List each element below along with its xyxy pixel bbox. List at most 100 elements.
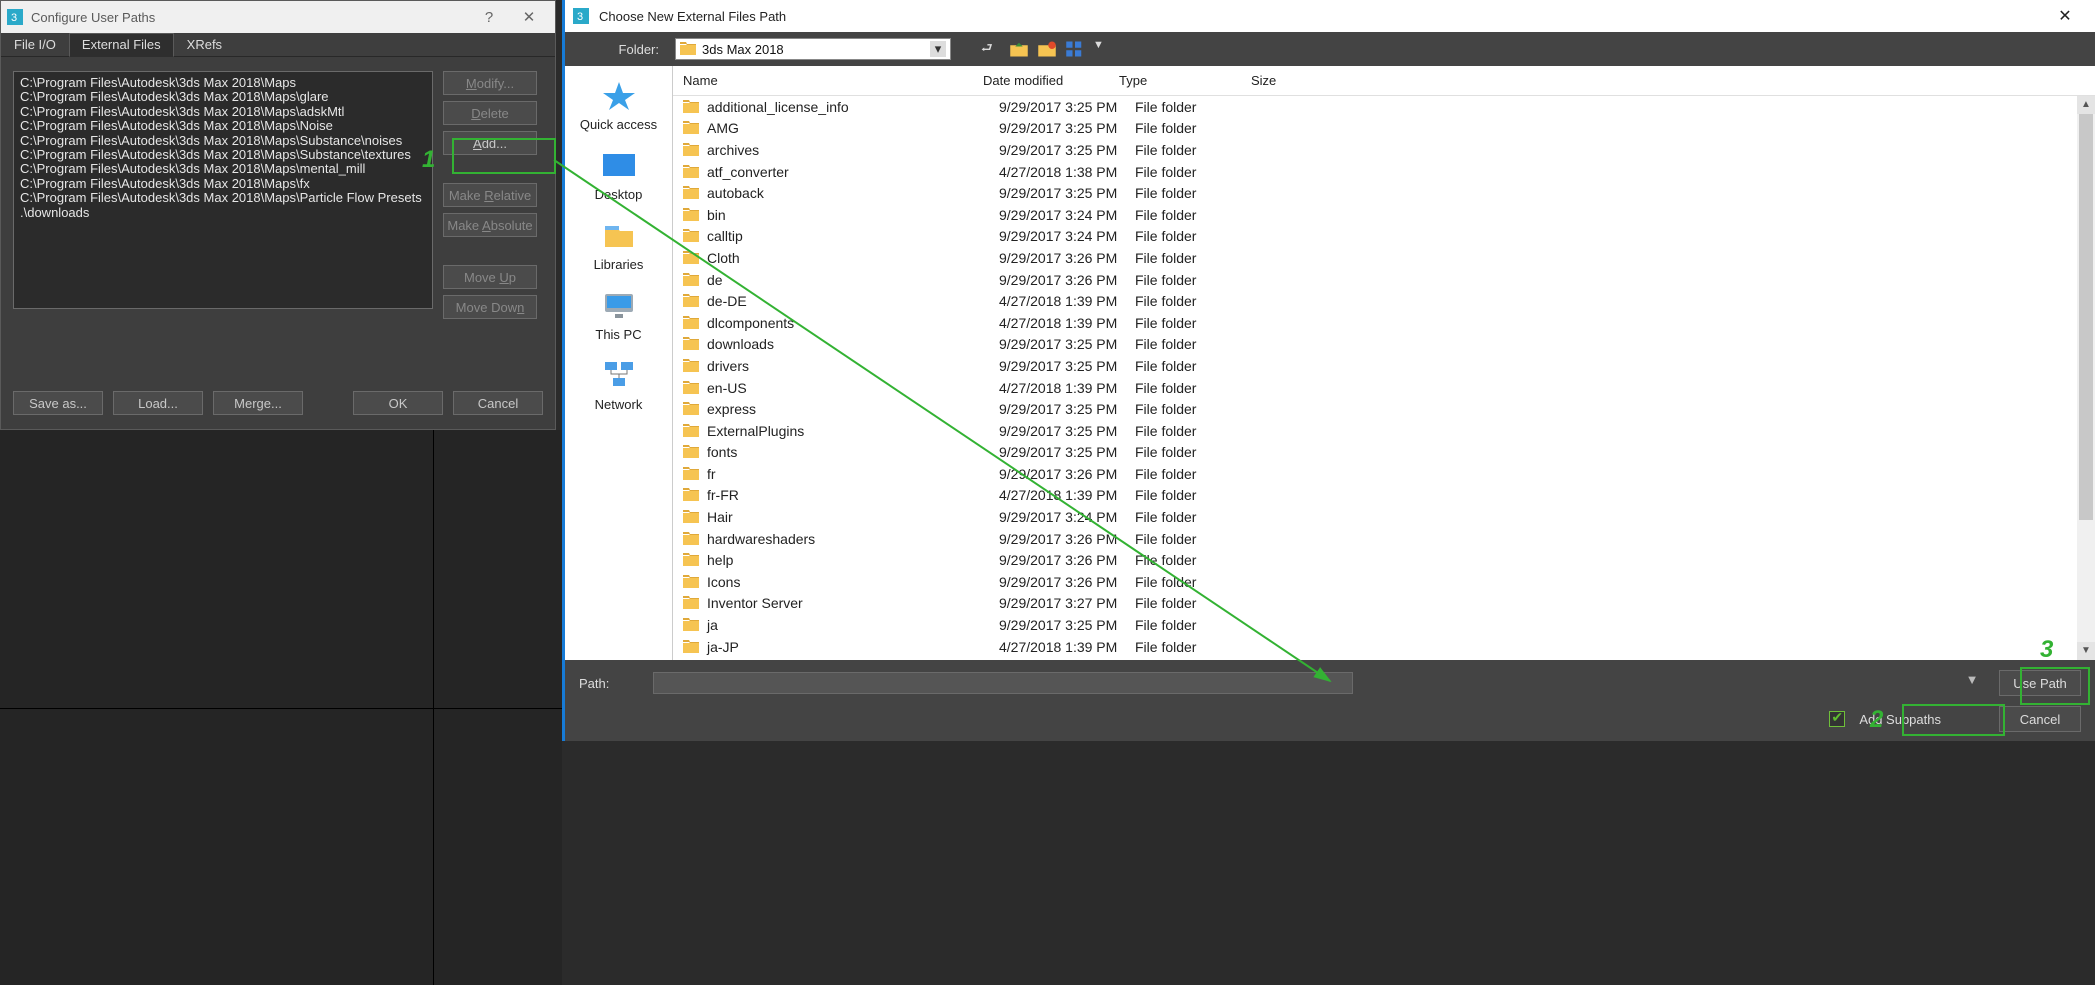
place-libraries[interactable]: Libraries <box>574 220 664 272</box>
table-row[interactable]: calltip9/29/2017 3:24 PMFile folder <box>673 226 2095 248</box>
cell-date: 9/29/2017 3:25 PM <box>999 185 1135 201</box>
table-row[interactable]: help9/29/2017 3:26 PMFile folder <box>673 549 2095 571</box>
tab-bar: File I/O External Files XRefs <box>1 33 555 57</box>
table-row[interactable]: ExternalPlugins9/29/2017 3:25 PMFile fol… <box>673 420 2095 442</box>
table-row[interactable]: additional_license_info9/29/2017 3:25 PM… <box>673 96 2095 118</box>
save-as-button[interactable]: Save as... <box>13 391 103 415</box>
table-row[interactable]: AMG9/29/2017 3:25 PMFile folder <box>673 118 2095 140</box>
cell-name: calltip <box>707 228 999 244</box>
path-entry[interactable]: C:\Program Files\Autodesk\3ds Max 2018\M… <box>20 105 426 119</box>
cancel-button[interactable]: Cancel <box>453 391 543 415</box>
scroll-thumb[interactable] <box>2079 114 2093 520</box>
folder-icon <box>683 532 699 546</box>
close-icon[interactable]: ✕ <box>2043 6 2087 26</box>
tab-xrefs[interactable]: XRefs <box>174 33 235 56</box>
tab-external-files[interactable]: External Files <box>69 33 174 57</box>
column-headers[interactable]: Name Date modified Type Size <box>673 66 2095 96</box>
title-bar[interactable]: 3 Choose New External Files Path ✕ <box>565 0 2095 32</box>
path-list[interactable]: C:\Program Files\Autodesk\3ds Max 2018\M… <box>13 71 433 309</box>
move-up-button[interactable]: Move Up <box>443 265 537 289</box>
table-row[interactable]: Inventor Server9/29/2017 3:27 PMFile fol… <box>673 593 2095 615</box>
delete-button[interactable]: Delete <box>443 101 537 125</box>
move-down-button[interactable]: Move Down <box>443 295 537 319</box>
cell-date: 4/27/2018 1:38 PM <box>999 164 1135 180</box>
place-quick-access[interactable]: Quick access <box>574 80 664 132</box>
path-dropdown-icon[interactable]: ▼ <box>1963 672 1981 694</box>
cancel-button[interactable]: Cancel <box>1999 706 2081 732</box>
file-rows[interactable]: ▲ ▼ additional_license_info9/29/2017 3:2… <box>673 96 2095 660</box>
cell-date: 9/29/2017 3:25 PM <box>999 336 1135 352</box>
close-icon[interactable]: ✕ <box>509 8 549 26</box>
place-network[interactable]: Network <box>574 360 664 412</box>
add-subpaths-checkbox[interactable] <box>1829 711 1845 727</box>
path-entry[interactable]: C:\Program Files\Autodesk\3ds Max 2018\M… <box>20 148 426 162</box>
place-this-pc[interactable]: This PC <box>574 290 664 342</box>
table-row[interactable]: ja-JP4/27/2018 1:39 PMFile folder <box>673 636 2095 658</box>
col-name[interactable]: Name <box>683 73 983 88</box>
scrollbar[interactable]: ▲ ▼ <box>2077 96 2095 660</box>
path-entry[interactable]: .\downloads <box>20 206 426 220</box>
title-bar[interactable]: 3 Configure User Paths ? ✕ <box>1 1 555 33</box>
chevron-down-icon[interactable]: ▼ <box>1093 39 1113 59</box>
table-row[interactable]: autoback9/29/2017 3:25 PMFile folder <box>673 182 2095 204</box>
table-row[interactable]: archives9/29/2017 3:25 PMFile folder <box>673 139 2095 161</box>
table-row[interactable]: de9/29/2017 3:26 PMFile folder <box>673 269 2095 291</box>
scroll-down-icon[interactable]: ▼ <box>2077 642 2095 660</box>
make-relative-button[interactable]: Make Relative <box>443 183 537 207</box>
col-size[interactable]: Size <box>1251 73 2095 88</box>
cell-date: 9/29/2017 3:25 PM <box>999 444 1135 460</box>
ok-button[interactable]: OK <box>353 391 443 415</box>
table-row[interactable]: atf_converter4/27/2018 1:38 PMFile folde… <box>673 161 2095 183</box>
folder-icon <box>683 424 699 438</box>
chevron-down-icon[interactable]: ▾ <box>930 41 946 57</box>
add-button[interactable]: Add... <box>443 131 537 155</box>
table-row[interactable]: fr-FR4/27/2018 1:39 PMFile folder <box>673 485 2095 507</box>
folder-icon <box>683 596 699 610</box>
table-row[interactable]: fr9/29/2017 3:26 PMFile folder <box>673 463 2095 485</box>
table-row[interactable]: Cloth9/29/2017 3:26 PMFile folder <box>673 247 2095 269</box>
cell-date: 9/29/2017 3:25 PM <box>999 358 1135 374</box>
table-row[interactable]: en-US4/27/2018 1:39 PMFile folder <box>673 377 2095 399</box>
table-row[interactable]: Hair9/29/2017 3:24 PMFile folder <box>673 506 2095 528</box>
scroll-up-icon[interactable]: ▲ <box>2077 96 2095 114</box>
new-folder-icon[interactable] <box>1037 39 1057 59</box>
table-row[interactable]: hardwareshaders9/29/2017 3:26 PMFile fol… <box>673 528 2095 550</box>
merge-button[interactable]: Merge... <box>213 391 303 415</box>
table-row[interactable]: Icons9/29/2017 3:26 PMFile folder <box>673 571 2095 593</box>
load-button[interactable]: Load... <box>113 391 203 415</box>
make-absolute-button[interactable]: Make Absolute <box>443 213 537 237</box>
back-icon[interactable]: ⮐ <box>981 39 1001 59</box>
table-row[interactable]: ja9/29/2017 3:25 PMFile folder <box>673 614 2095 636</box>
modify-button[interactable]: Modify... <box>443 71 537 95</box>
path-entry[interactable]: C:\Program Files\Autodesk\3ds Max 2018\M… <box>20 90 426 104</box>
path-input[interactable] <box>653 672 1353 694</box>
table-row[interactable]: fonts9/29/2017 3:25 PMFile folder <box>673 442 2095 464</box>
col-date[interactable]: Date modified <box>983 73 1119 88</box>
table-row[interactable]: express9/29/2017 3:25 PMFile folder <box>673 398 2095 420</box>
view-menu-icon[interactable] <box>1065 39 1085 59</box>
folder-combo[interactable]: 3ds Max 2018 ▾ <box>675 38 951 60</box>
path-entry[interactable]: C:\Program Files\Autodesk\3ds Max 2018\M… <box>20 191 426 205</box>
path-entry[interactable]: C:\Program Files\Autodesk\3ds Max 2018\M… <box>20 76 426 90</box>
cell-date: 9/29/2017 3:26 PM <box>999 531 1135 547</box>
path-entry[interactable]: C:\Program Files\Autodesk\3ds Max 2018\M… <box>20 177 426 191</box>
place-desktop[interactable]: Desktop <box>574 150 664 202</box>
cell-type: File folder <box>1135 380 1267 396</box>
use-path-button[interactable]: Use Path <box>1999 670 2081 696</box>
tab-file-io[interactable]: File I/O <box>1 33 69 56</box>
table-row[interactable]: bin9/29/2017 3:24 PMFile folder <box>673 204 2095 226</box>
help-button[interactable]: ? <box>469 9 509 26</box>
folder-icon <box>683 273 699 287</box>
path-entry[interactable]: C:\Program Files\Autodesk\3ds Max 2018\M… <box>20 162 426 176</box>
cell-type: File folder <box>1135 466 1267 482</box>
path-entry[interactable]: C:\Program Files\Autodesk\3ds Max 2018\M… <box>20 134 426 148</box>
table-row[interactable]: drivers9/29/2017 3:25 PMFile folder <box>673 355 2095 377</box>
up-folder-icon[interactable] <box>1009 39 1029 59</box>
table-row[interactable]: dlcomponents4/27/2018 1:39 PMFile folder <box>673 312 2095 334</box>
col-type[interactable]: Type <box>1119 73 1251 88</box>
cell-date: 9/29/2017 3:26 PM <box>999 466 1135 482</box>
table-row[interactable]: downloads9/29/2017 3:25 PMFile folder <box>673 334 2095 356</box>
path-entry[interactable]: C:\Program Files\Autodesk\3ds Max 2018\M… <box>20 119 426 133</box>
table-row[interactable]: de-DE4/27/2018 1:39 PMFile folder <box>673 290 2095 312</box>
app-icon: 3 <box>7 9 23 25</box>
